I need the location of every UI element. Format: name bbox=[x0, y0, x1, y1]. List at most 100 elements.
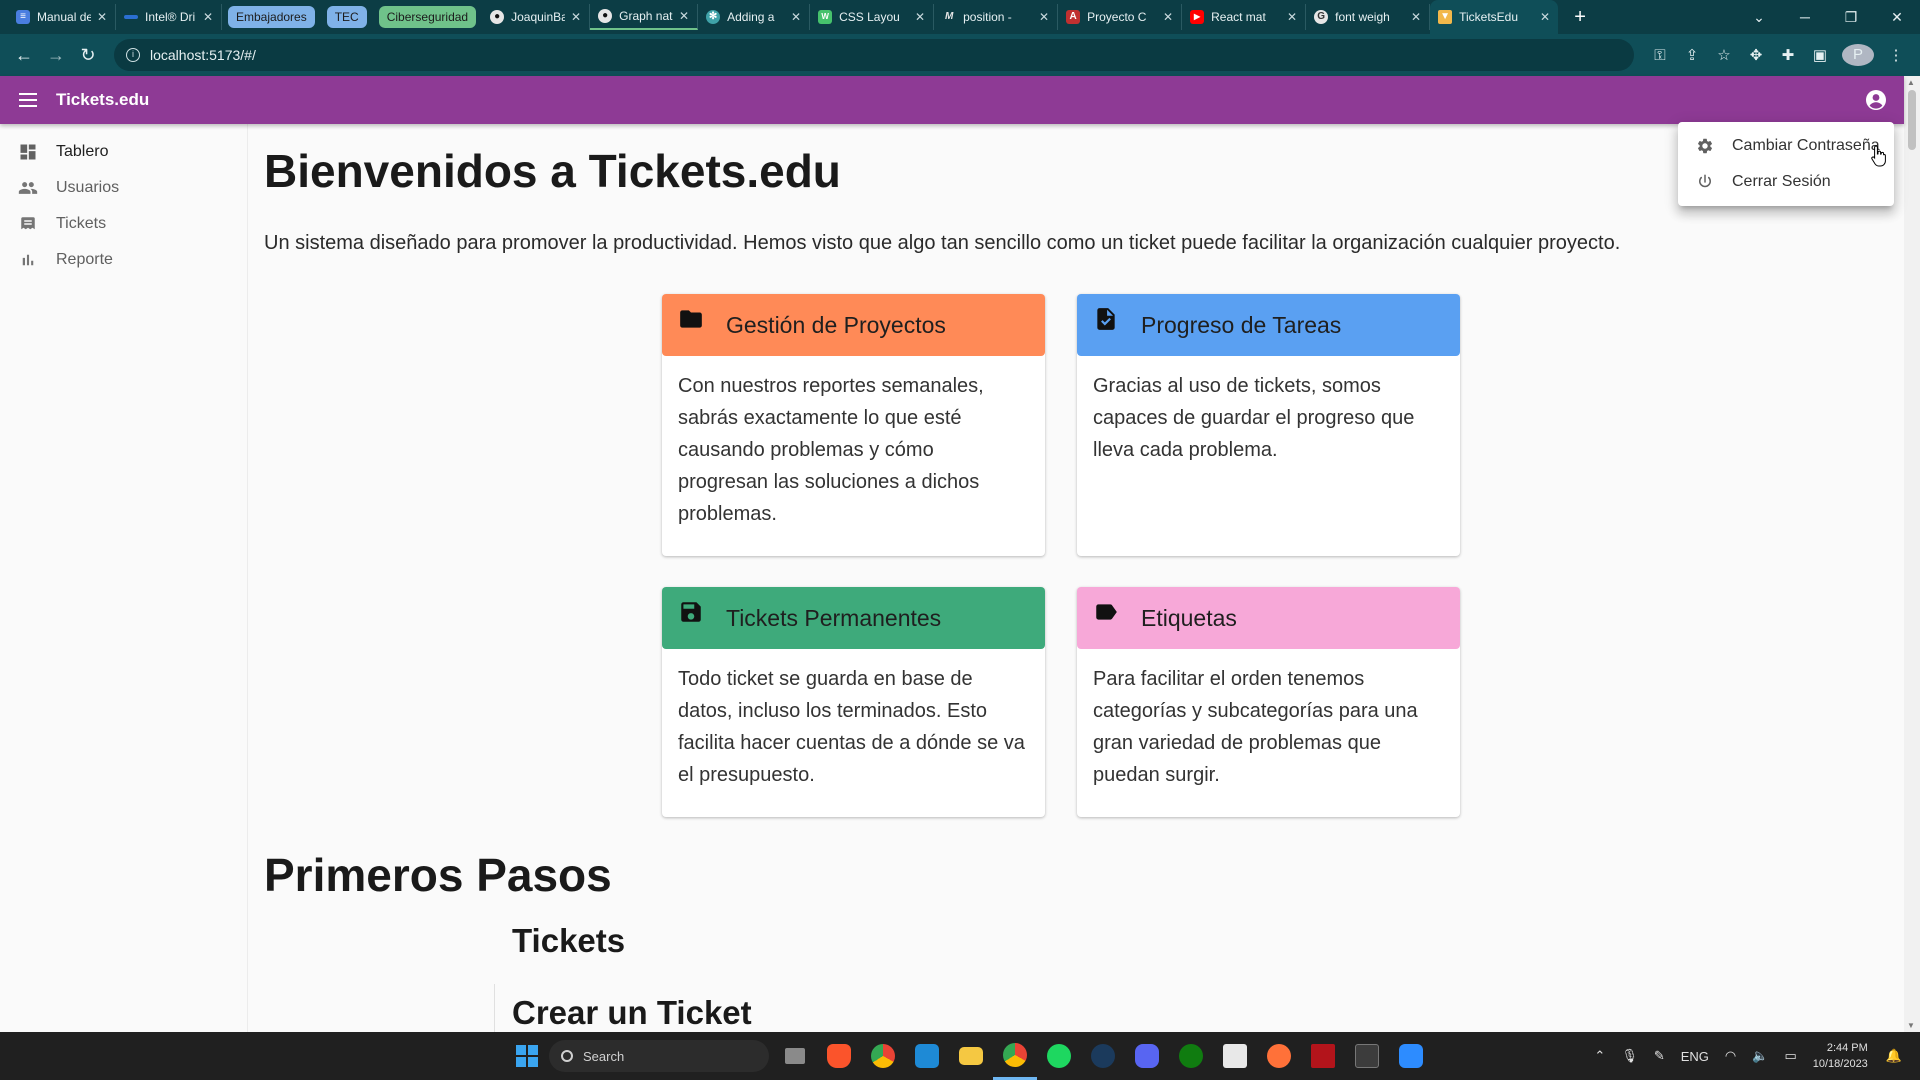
vite-favicon-icon: ▼ bbox=[1438, 10, 1453, 24]
forward-icon[interactable]: → bbox=[40, 39, 72, 71]
bookmark-star-icon[interactable]: ☆ bbox=[1708, 46, 1740, 64]
browser-tab[interactable]: ● JoaquinBa ✕ bbox=[482, 4, 591, 30]
tab-title: Intel® Dri bbox=[145, 10, 196, 24]
close-tab-icon[interactable]: ✕ bbox=[915, 10, 925, 24]
tab-group-embajadores[interactable]: Embajadores bbox=[228, 6, 315, 28]
browser-tab-active[interactable]: ▼ TicketsEdu ✕ bbox=[1430, 0, 1559, 34]
close-tab-icon[interactable]: ✕ bbox=[97, 10, 107, 24]
microsoft-store-icon[interactable] bbox=[1213, 1032, 1257, 1080]
account-circle-icon[interactable] bbox=[1864, 88, 1888, 112]
task-view-icon[interactable] bbox=[773, 1032, 817, 1080]
bar-chart-icon bbox=[18, 250, 38, 270]
chrome-active-icon[interactable] bbox=[993, 1032, 1037, 1080]
file-explorer-icon[interactable] bbox=[949, 1032, 993, 1080]
clock[interactable]: 2:44 PM 10/18/2023 bbox=[1813, 1040, 1868, 1072]
new-tab-button[interactable]: + bbox=[1568, 6, 1592, 29]
chevron-up-icon[interactable]: ⌃ bbox=[1594, 1048, 1605, 1064]
minimize-icon[interactable]: ─ bbox=[1782, 9, 1828, 25]
wifi-icon[interactable]: ◠ bbox=[1725, 1048, 1736, 1064]
people-icon bbox=[18, 178, 38, 198]
chrome-icon[interactable] bbox=[861, 1032, 905, 1080]
browser-tab[interactable]: W CSS Layou ✕ bbox=[810, 4, 935, 30]
address-text[interactable]: localhost:5173/#/ bbox=[150, 47, 256, 63]
w3-favicon-icon: W bbox=[818, 10, 833, 24]
sidebar-item-tickets[interactable]: Tickets bbox=[0, 206, 247, 242]
github-favicon-icon: ● bbox=[490, 10, 505, 24]
close-window-icon[interactable]: ✕ bbox=[1874, 9, 1920, 26]
sidebar-item-tablero[interactable]: Tablero bbox=[0, 134, 247, 170]
browser-tab[interactable]: ● Graph nat ✕ bbox=[590, 4, 699, 30]
share-icon[interactable]: ⇪ bbox=[1676, 46, 1708, 64]
sidebar-item-reporte[interactable]: Reporte bbox=[0, 242, 247, 278]
volume-icon[interactable]: 🔈 bbox=[1752, 1048, 1768, 1064]
extension-icon[interactable]: ✥ bbox=[1740, 46, 1772, 64]
xbox-icon[interactable] bbox=[1169, 1032, 1213, 1080]
close-tab-icon[interactable]: ✕ bbox=[203, 10, 213, 24]
brave-icon[interactable] bbox=[817, 1032, 861, 1080]
discord-icon[interactable] bbox=[1125, 1032, 1169, 1080]
menu-item-cambiar-contrasena[interactable]: Cambiar Contraseña bbox=[1678, 128, 1894, 164]
zoom-icon[interactable] bbox=[1389, 1032, 1433, 1080]
close-tab-icon[interactable]: ✕ bbox=[1039, 10, 1049, 24]
back-icon[interactable]: ← bbox=[8, 39, 40, 71]
tab-title: position - bbox=[963, 10, 1012, 24]
language-indicator[interactable]: ENG bbox=[1681, 1049, 1709, 1064]
github-favicon-icon: ● bbox=[598, 9, 613, 23]
pen-icon[interactable]: ✎ bbox=[1654, 1048, 1665, 1064]
toolbar-icons: ⚿ ⇪ ☆ ✥ ✚ ▣ P ⋮ bbox=[1644, 44, 1912, 66]
browser-tab[interactable]: M position - ✕ bbox=[934, 4, 1059, 30]
docs-favicon-icon: ≡ bbox=[16, 10, 30, 24]
scroll-up-icon[interactable]: ▲ bbox=[1907, 78, 1915, 87]
page-scrollbar[interactable]: ▲ ▼ bbox=[1904, 76, 1920, 1032]
menu-item-cerrar-sesion[interactable]: Cerrar Sesión bbox=[1678, 164, 1894, 200]
app-red-icon[interactable] bbox=[1301, 1032, 1345, 1080]
close-tab-icon[interactable]: ✕ bbox=[1163, 10, 1173, 24]
restore-icon[interactable]: ❐ bbox=[1828, 9, 1874, 26]
feature-card: Progreso de Tareas Gracias al uso de tic… bbox=[1077, 294, 1460, 556]
close-tab-icon[interactable]: ✕ bbox=[1287, 10, 1297, 24]
tab-search-icon[interactable]: ⌄ bbox=[1736, 9, 1782, 26]
close-tab-icon[interactable]: ✕ bbox=[571, 10, 581, 24]
taskbar-search[interactable]: Search bbox=[549, 1040, 769, 1072]
battery-icon[interactable]: ▭ bbox=[1784, 1048, 1796, 1064]
vscode-icon[interactable] bbox=[905, 1032, 949, 1080]
microphone-icon[interactable]: 🎙 bbox=[1621, 1048, 1638, 1064]
key-icon[interactable]: ⚿ bbox=[1644, 47, 1676, 64]
tab-group-tec[interactable]: TEC bbox=[326, 6, 367, 28]
os-taskbar: Search ⌃ 🎙 ✎ ENG ◠ 🔈 ▭ 2:44 PM 10/18/202… bbox=[0, 1032, 1920, 1080]
terminal-icon[interactable] bbox=[1345, 1032, 1389, 1080]
firefox-icon[interactable] bbox=[1257, 1032, 1301, 1080]
browser-tab[interactable]: G font weigh ✕ bbox=[1306, 4, 1431, 30]
side-panel-icon[interactable]: ▣ bbox=[1804, 46, 1836, 64]
chrome-menu-icon[interactable]: ⋮ bbox=[1880, 46, 1912, 64]
sidebar-item-usuarios[interactable]: Usuarios bbox=[0, 170, 247, 206]
receipt-icon bbox=[18, 214, 38, 234]
tab-title: Adding a bbox=[727, 10, 775, 24]
close-tab-icon[interactable]: ✕ bbox=[1540, 10, 1550, 24]
notification-bell-icon[interactable]: 🔔 bbox=[1886, 1048, 1902, 1064]
intro-text: Un sistema diseñado para promover la pro… bbox=[264, 232, 1621, 254]
tab-group-ciberseguridad[interactable]: Ciberseguridad bbox=[378, 6, 477, 28]
profile-avatar[interactable]: P bbox=[1842, 44, 1874, 66]
menu-icon[interactable] bbox=[16, 88, 40, 112]
browser-tab[interactable]: ▶ React mat ✕ bbox=[1182, 4, 1307, 30]
steam-icon[interactable] bbox=[1081, 1032, 1125, 1080]
close-tab-icon[interactable]: ✕ bbox=[1411, 10, 1421, 24]
youtube-favicon-icon: ▶ bbox=[1190, 10, 1205, 24]
browser-tab[interactable]: A Proyecto C ✕ bbox=[1058, 4, 1183, 30]
browser-tab[interactable]: Intel® Dri ✕ bbox=[116, 4, 222, 30]
scrollbar-thumb[interactable] bbox=[1908, 90, 1916, 150]
address-bar[interactable]: i localhost:5173/#/ bbox=[114, 39, 1634, 71]
browser-tab[interactable]: ≡ Manual de ✕ bbox=[8, 4, 116, 30]
windows-start-icon[interactable] bbox=[505, 1032, 549, 1080]
site-info-icon[interactable]: i bbox=[126, 48, 140, 62]
close-tab-icon[interactable]: ✕ bbox=[679, 9, 689, 23]
browser-tab[interactable]: ✻ Adding a ✕ bbox=[698, 4, 811, 30]
reload-icon[interactable]: ↻ bbox=[72, 39, 104, 71]
system-tray: ⌃ 🎙 ✎ ENG ◠ 🔈 ▭ 2:44 PM 10/18/2023 🔔 bbox=[1586, 1032, 1910, 1080]
scroll-down-icon[interactable]: ▼ bbox=[1907, 1021, 1915, 1030]
puzzle-icon[interactable]: ✚ bbox=[1772, 46, 1804, 64]
close-tab-icon[interactable]: ✕ bbox=[791, 10, 801, 24]
spotify-icon[interactable] bbox=[1037, 1032, 1081, 1080]
task-file-icon bbox=[1097, 308, 1115, 330]
